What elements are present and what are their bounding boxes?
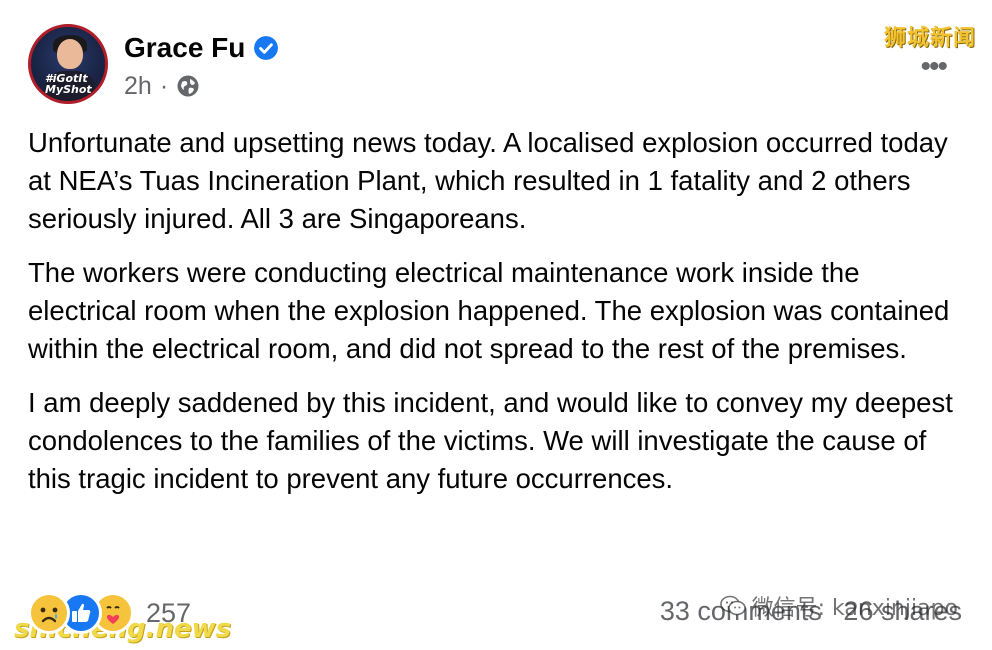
post-paragraph-1: Unfortunate and upsetting news today. A … [28, 127, 948, 234]
watermark-bottom-right-text: 微信号: kanxinjiapo [751, 596, 958, 621]
post-content: Unfortunate and upsetting news today. A … [28, 124, 968, 514]
watermark-bottom-right: 微信号: kanxinjiapo [719, 590, 958, 622]
facebook-post: #iGotIt MyShot Grace Fu 2h · 狮城新闻 ••• Un… [0, 0, 992, 650]
sad-reaction-icon [28, 592, 70, 634]
separator-dot: · [159, 71, 169, 100]
post-footer: 257 33 comments 26 shares shicheng.news … [14, 588, 962, 644]
avatar[interactable]: #iGotIt MyShot [28, 24, 108, 104]
verified-badge-icon [254, 35, 279, 60]
post-time[interactable]: 2h [124, 72, 152, 101]
post-paragraph-3: I am deeply saddened by this incident, a… [28, 387, 953, 494]
post-meta: Grace Fu 2h · [124, 28, 279, 101]
wechat-icon [719, 595, 746, 616]
globe-icon [177, 75, 199, 97]
avatar-face [57, 39, 83, 69]
avatar-tag-line2: MyShot [45, 83, 92, 96]
post-header: #iGotIt MyShot Grace Fu 2h · [28, 24, 279, 104]
watermark-top-right: 狮城新闻 [883, 26, 976, 51]
name-row: Grace Fu [124, 28, 279, 68]
author-name[interactable]: Grace Fu [124, 32, 245, 64]
avatar-tag: #iGotIt MyShot [45, 73, 92, 95]
post-paragraph-2: The workers were conducting electrical m… [28, 257, 950, 364]
time-row: 2h · [124, 72, 279, 101]
more-options-button[interactable]: ••• [920, 50, 947, 84]
